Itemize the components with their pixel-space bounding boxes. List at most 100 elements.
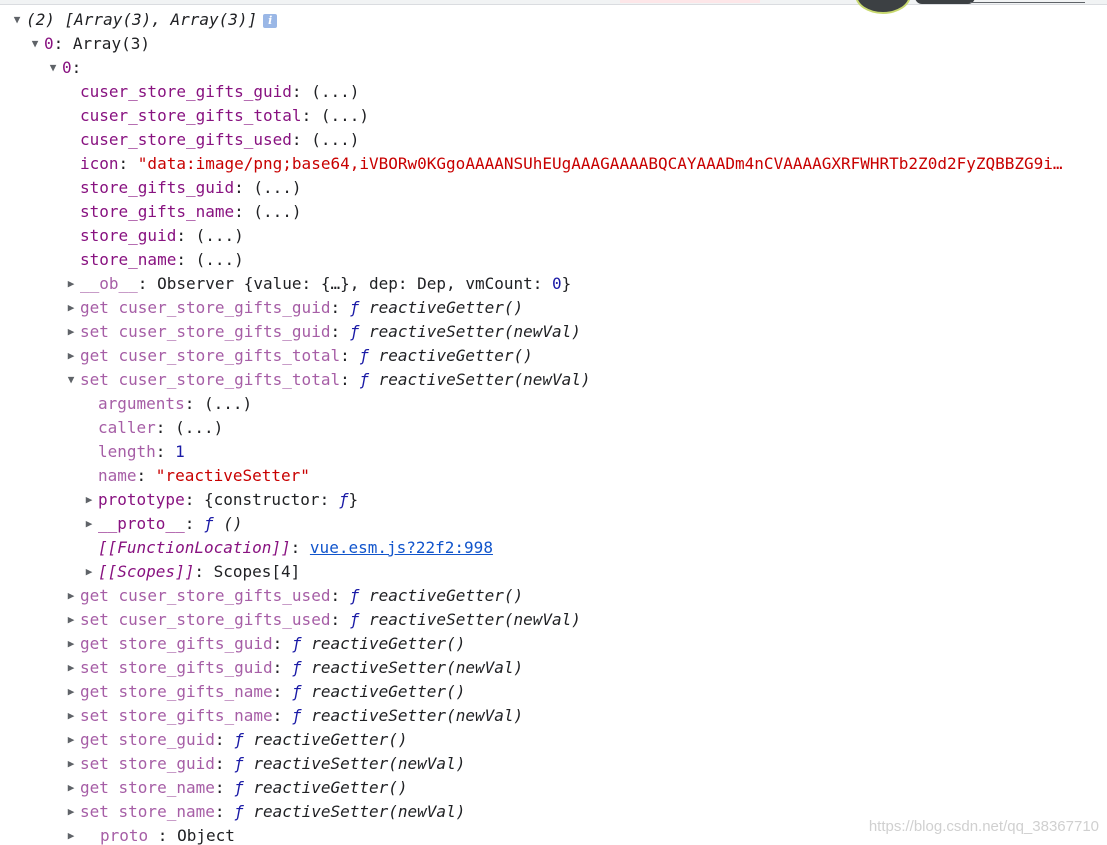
function-name: reactiveSetter(newVal) — [369, 322, 581, 341]
prop-value[interactable]: (...) — [175, 418, 223, 437]
prop-key: name — [98, 466, 137, 485]
collapse-triangle-icon[interactable]: ▶ — [65, 584, 77, 608]
prop-value: Scopes[4] — [213, 562, 301, 581]
prop-key: caller — [98, 418, 156, 437]
accessor-label: set store_guid — [80, 754, 215, 773]
function-name: reactiveSetter(newVal) — [378, 370, 591, 389]
accessor-label: set cuser_store_gifts_total — [80, 370, 341, 389]
source-link[interactable]: vue.esm.js?22f2:998 — [310, 538, 493, 557]
function-name: reactiveSetter(newVal) — [311, 706, 524, 725]
prop-key: 0 — [62, 58, 72, 77]
prop-value[interactable]: (...) — [311, 82, 359, 101]
accessor-label: get store_gifts_name — [80, 682, 273, 701]
prop-key: cuser_store_gifts_used — [80, 130, 292, 149]
collapse-triangle-icon[interactable]: ▶ — [65, 680, 77, 704]
function-name: reactiveGetter() — [253, 730, 408, 749]
function-name: reactiveGetter() — [378, 346, 533, 365]
function-name: reactiveGetter() — [311, 634, 466, 653]
collapse-triangle-icon[interactable]: ▶ — [65, 800, 77, 824]
prop-key: arguments — [98, 394, 185, 413]
function-name: reactiveGetter() — [253, 778, 408, 797]
expand-triangle-icon[interactable]: ▼ — [29, 32, 41, 56]
accessor-label: set store_gifts_name — [80, 706, 273, 725]
prop-key: cuser_store_gifts_total — [80, 106, 302, 125]
collapse-triangle-icon[interactable]: ▶ — [65, 656, 77, 680]
function-icon: ƒ — [359, 346, 369, 365]
function-name: reactiveSetter(newVal) — [253, 754, 466, 773]
info-icon[interactable]: i — [263, 14, 278, 28]
accessor-label: set store_gifts_guid — [80, 658, 273, 677]
collapse-triangle-icon[interactable]: ▶ — [83, 560, 95, 584]
function-icon: ƒ — [234, 754, 244, 773]
prop-value[interactable]: (...) — [311, 130, 359, 149]
function-name: reactiveGetter() — [369, 298, 524, 317]
collapse-triangle-icon[interactable]: ▶ — [83, 488, 95, 512]
collapse-triangle-icon[interactable]: ▶ — [83, 512, 95, 536]
expand-triangle-icon[interactable]: ▼ — [11, 8, 23, 32]
toolbar-line — [970, 2, 1085, 3]
collapse-triangle-icon[interactable]: ▶ — [65, 752, 77, 776]
collapse-triangle-icon[interactable]: ▶ — [65, 320, 77, 344]
function-icon: ƒ — [291, 634, 302, 653]
accessor-label: get cuser_store_gifts_total — [80, 346, 341, 365]
prop-key: store_gifts_guid — [80, 178, 235, 197]
prop-value: Object — [177, 826, 235, 845]
accessor-label: get store_gifts_guid — [80, 634, 273, 653]
extension-circle-icon[interactable] — [855, 0, 911, 14]
prop-key: store_name — [80, 250, 177, 269]
function-icon: ƒ — [234, 778, 244, 797]
expand-triangle-icon[interactable]: ▼ — [65, 368, 77, 392]
function-name: reactiveGetter() — [311, 682, 466, 701]
prop-value[interactable]: (...) — [321, 106, 369, 125]
prop-key: __ob__ — [80, 274, 138, 293]
prop-value[interactable]: (...) — [204, 394, 252, 413]
function-icon: ƒ — [349, 586, 360, 605]
prop-value[interactable]: (...) — [253, 178, 301, 197]
prop-key: [[Scopes]] — [98, 562, 195, 581]
function-name: reactiveSetter(newVal) — [253, 802, 466, 821]
prop-key: length — [98, 442, 156, 461]
tab-highlight — [620, 0, 760, 3]
expand-triangle-icon[interactable]: ▼ — [47, 56, 59, 80]
accessor-label: get cuser_store_gifts_used — [80, 586, 331, 605]
collapse-triangle-icon[interactable]: ▶ — [65, 704, 77, 728]
prop-key: __proto__ — [98, 514, 185, 533]
prop-key: store_gifts_name — [80, 202, 235, 221]
function-icon: ƒ — [291, 682, 302, 701]
prop-value[interactable]: (...) — [253, 202, 301, 221]
prop-key: store_guid — [80, 226, 177, 245]
prop-key: proto — [100, 826, 149, 845]
prop-key: [[FunctionLocation]] — [98, 538, 291, 557]
watermark-text: https://blog.csdn.net/qq_38367710 — [868, 818, 1099, 835]
collapse-triangle-icon[interactable]: ▶ — [65, 776, 77, 800]
toolbar-pill[interactable] — [915, 0, 975, 4]
accessor-label: set cuser_store_gifts_guid — [80, 322, 331, 341]
collapse-triangle-icon[interactable]: ▶ — [65, 608, 77, 632]
collapse-triangle-icon[interactable]: ▶ — [65, 824, 77, 845]
prop-string-value: "reactiveSetter" — [155, 466, 310, 485]
vmcount-value: 0 — [552, 274, 562, 293]
function-name: reactiveSetter(newVal) — [369, 610, 581, 629]
prop-value[interactable]: (...) — [196, 226, 244, 245]
function-name: reactiveSetter(newVal) — [311, 658, 524, 677]
prop-number-value: 1 — [175, 442, 185, 461]
collapse-triangle-icon[interactable]: ▶ — [65, 296, 77, 320]
prop-value[interactable]: (...) — [196, 250, 244, 269]
accessor-label: set store_name — [80, 802, 215, 821]
prop-key: cuser_store_gifts_guid — [80, 82, 292, 101]
collapse-triangle-icon[interactable]: ▶ — [65, 272, 77, 296]
accessor-label: get store_guid — [80, 730, 215, 749]
function-icon: ƒ — [234, 802, 244, 821]
collapse-triangle-icon[interactable]: ▶ — [65, 728, 77, 752]
function-icon: ƒ — [291, 706, 302, 725]
array-summary: (2) [Array(3), Array(3)] — [26, 10, 258, 29]
function-icon: ƒ — [234, 730, 244, 749]
browser-top-bar — [0, 0, 1107, 14]
function-icon: ƒ — [349, 298, 360, 317]
function-icon: ƒ — [291, 658, 302, 677]
collapse-triangle-icon[interactable]: ▶ — [65, 344, 77, 368]
prop-value: Array(3) — [72, 34, 150, 53]
collapse-triangle-icon[interactable]: ▶ — [65, 632, 77, 656]
prop-key: 0 — [44, 34, 54, 53]
function-icon: ƒ — [349, 322, 360, 341]
